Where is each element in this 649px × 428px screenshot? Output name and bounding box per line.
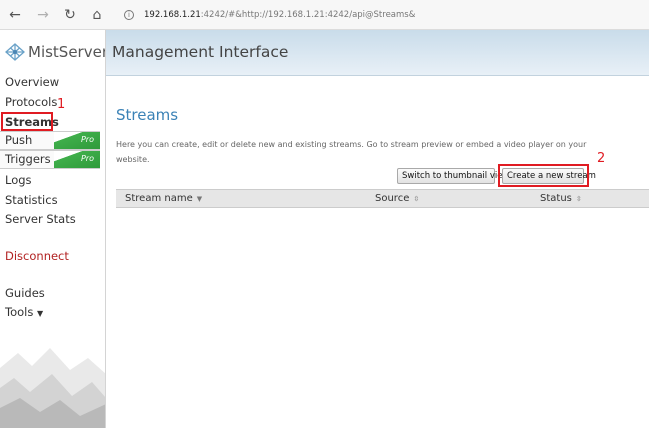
column-header-status[interactable]: Status ⇳ <box>540 190 582 208</box>
switch-thumbnail-view-button[interactable]: Switch to thumbnail view <box>397 168 509 184</box>
app-header: Management Interface <box>106 30 649 76</box>
annotation-number-2: 2 <box>597 151 606 166</box>
sidebar-item-triggers[interactable]: Triggers Pro <box>0 150 100 169</box>
annotation-number-1: 1 <box>57 97 66 112</box>
address-bar[interactable]: i 192.168.1.21:4242/#&http://192.168.1.21… <box>118 4 649 26</box>
sidebar-item-statistics[interactable]: Statistics <box>5 193 58 207</box>
url-host: 192.168.1.21 <box>144 10 201 20</box>
sidebar-item-logs[interactable]: Logs <box>5 173 32 187</box>
home-icon[interactable]: ⌂ <box>88 6 106 24</box>
sidebar-item-label: Push <box>5 133 33 147</box>
sidebar-item-overview[interactable]: Overview <box>5 75 59 89</box>
browser-toolbar: ← → ↻ ⌂ i 192.168.1.21:4242/#&http://192.… <box>0 0 649 30</box>
streams-table-header: Stream name ▼ Source ⇳ Status ⇳ <box>116 189 649 208</box>
pro-badge: Pro <box>54 151 100 168</box>
reload-icon[interactable]: ↻ <box>61 6 79 24</box>
url-path: :4242/#&http://192.168.1.21:4242/api@Str… <box>200 10 416 20</box>
logo[interactable]: MistServer <box>4 40 106 64</box>
sidebar-item-server-stats[interactable]: Server Stats <box>5 212 76 226</box>
annotation-box-streams <box>1 112 53 131</box>
info-icon[interactable]: i <box>124 9 134 20</box>
sidebar-item-guides[interactable]: Guides <box>5 286 45 300</box>
sort-desc-icon: ▼ <box>196 195 203 203</box>
sort-icon: ⇳ <box>413 195 420 203</box>
sidebar-item-protocols[interactable]: Protocols <box>5 95 57 109</box>
page-header-title: Management Interface <box>112 43 289 61</box>
column-header-stream-name[interactable]: Stream name ▼ <box>125 190 202 208</box>
page-description: Here you can create, edit or delete new … <box>116 140 587 164</box>
logo-text: MistServer <box>28 43 106 61</box>
pro-badge: Pro <box>54 132 100 149</box>
sort-icon: ⇳ <box>575 195 582 203</box>
mountains-decoration <box>0 348 105 428</box>
sidebar: MistServer Overview Protocols Streams Pu… <box>0 30 106 428</box>
forward-icon[interactable]: → <box>34 6 52 24</box>
sidebar-item-push[interactable]: Push Pro <box>0 131 100 150</box>
mistserver-logo-icon <box>5 43 25 61</box>
page-title: Streams <box>116 106 179 124</box>
main-content: Streams Here you can create, edit or del… <box>106 76 649 428</box>
back-icon[interactable]: ← <box>6 6 24 24</box>
annotation-box-create <box>498 164 589 187</box>
column-header-source[interactable]: Source ⇳ <box>375 190 419 208</box>
sidebar-item-label: Triggers <box>5 152 51 166</box>
disconnect-link[interactable]: Disconnect <box>5 249 69 263</box>
